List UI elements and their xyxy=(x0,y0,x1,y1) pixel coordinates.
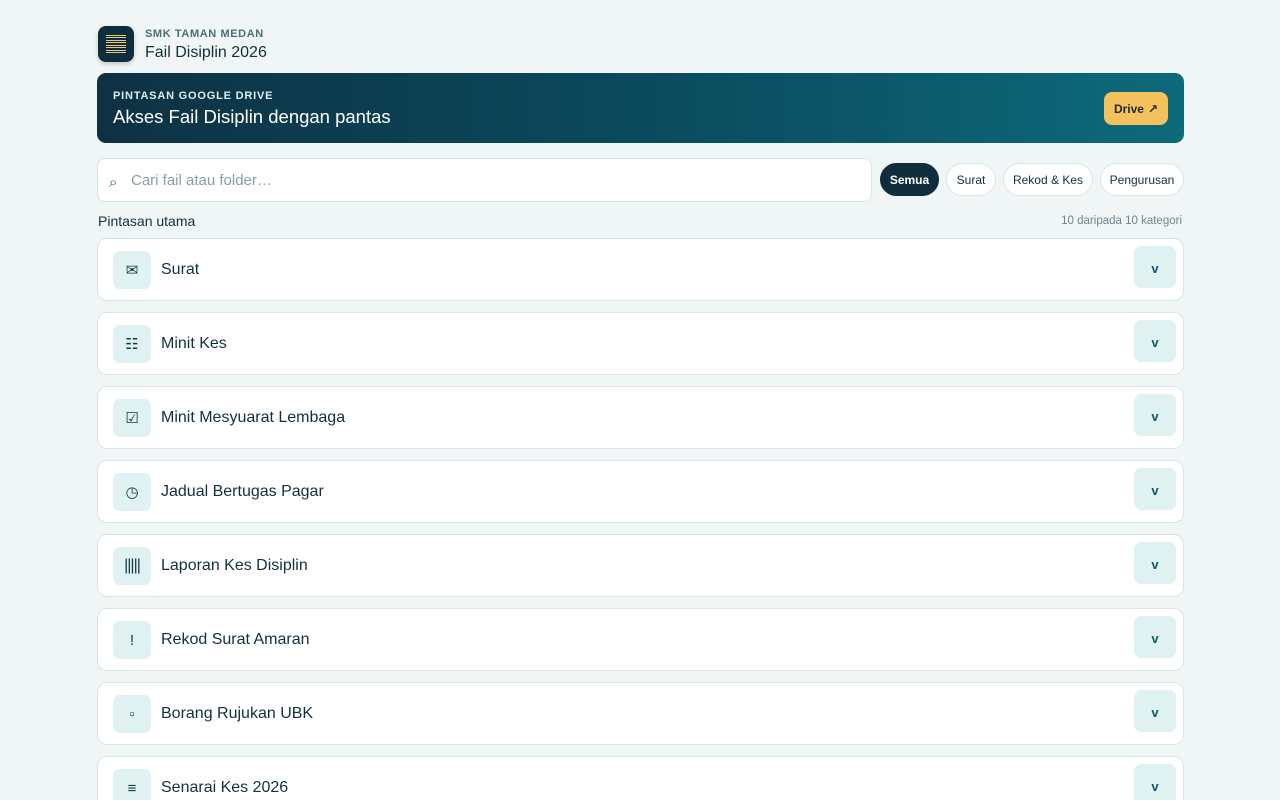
filter-chip-surat[interactable]: Surat xyxy=(946,163,996,196)
category-label: Surat xyxy=(161,261,200,278)
report-icon: ||||| xyxy=(113,547,151,585)
chevron-down-icon[interactable]: v xyxy=(1134,246,1176,288)
filter-chip-rekod-kes[interactable]: Rekod & Kes xyxy=(1003,163,1093,196)
category-card[interactable]: ≡ Senarai Kes 2026 v xyxy=(97,756,1184,800)
search-icon: ⌕ xyxy=(109,173,118,191)
chevron-down-icon[interactable]: v xyxy=(1134,320,1176,362)
menu-lines-icon: ≡ xyxy=(113,769,151,800)
category-card[interactable]: ||||| Laporan Kes Disiplin v xyxy=(97,534,1184,597)
category-card[interactable]: ☷ Minit Kes v xyxy=(97,312,1184,375)
chevron-down-icon[interactable]: v xyxy=(1134,394,1176,436)
folder-logo-icon xyxy=(98,26,134,62)
clock-icon: ◷ xyxy=(113,473,151,511)
category-card[interactable]: ✉ Surat v xyxy=(97,238,1184,301)
app-header: SMK TAMAN MEDAN Fail Disiplin 2026 xyxy=(98,26,267,62)
category-label: Laporan Kes Disiplin xyxy=(161,557,308,574)
checkbox-icon: ☑ xyxy=(113,399,151,437)
envelope-icon: ✉ xyxy=(113,251,151,289)
search-bar[interactable]: ⌕ xyxy=(97,158,872,202)
category-label: Senarai Kes 2026 xyxy=(161,779,289,796)
category-card[interactable]: ! Rekod Surat Amaran v xyxy=(97,608,1184,671)
filter-chip-pengurusan[interactable]: Pengurusan xyxy=(1100,163,1184,196)
drive-shortcut-banner: PINTASAN GOOGLE DRIVE Akses Fail Disipli… xyxy=(97,73,1184,143)
section-heading: Pintasan utama xyxy=(98,213,196,229)
drive-button-label: Drive xyxy=(1113,101,1144,116)
page-title: Fail Disiplin 2026 xyxy=(145,43,267,61)
category-label: Rekod Surat Amaran xyxy=(161,631,310,648)
header-text: SMK TAMAN MEDAN Fail Disiplin 2026 xyxy=(145,26,267,63)
chevron-down-icon[interactable]: v xyxy=(1134,764,1176,800)
category-label: Borang Rujukan UBK xyxy=(161,705,314,722)
search-input[interactable] xyxy=(131,171,831,189)
chevron-down-icon[interactable]: v xyxy=(1134,542,1176,584)
category-label: Jadual Bertugas Pagar xyxy=(161,483,324,500)
form-icon: ▫ xyxy=(113,695,151,733)
banner-title: Akses Fail Disiplin dengan pantas xyxy=(113,106,391,127)
chevron-down-icon[interactable]: v xyxy=(1134,690,1176,732)
category-label: Minit Mesyuarat Lembaga xyxy=(161,409,346,426)
chevron-down-icon[interactable]: v xyxy=(1134,616,1176,658)
school-name: SMK TAMAN MEDAN xyxy=(145,27,264,40)
list-icon: ☷ xyxy=(113,325,151,363)
external-link-icon: ↗ xyxy=(1147,101,1159,116)
category-count: 10 daripada 10 kategori xyxy=(1061,215,1182,227)
chevron-down-icon[interactable]: v xyxy=(1134,468,1176,510)
category-card[interactable]: ◷ Jadual Bertugas Pagar v xyxy=(97,460,1184,523)
filter-chip-semua[interactable]: Semua xyxy=(880,163,939,196)
category-label: Minit Kes xyxy=(161,335,227,352)
warning-icon: ! xyxy=(113,621,151,659)
category-card[interactable]: ☑ Minit Mesyuarat Lembaga v xyxy=(97,386,1184,449)
banner-kicker: PINTASAN GOOGLE DRIVE xyxy=(113,90,274,102)
drive-button[interactable]: Drive ↗ xyxy=(1104,92,1168,125)
category-card[interactable]: ▫ Borang Rujukan UBK v xyxy=(97,682,1184,745)
